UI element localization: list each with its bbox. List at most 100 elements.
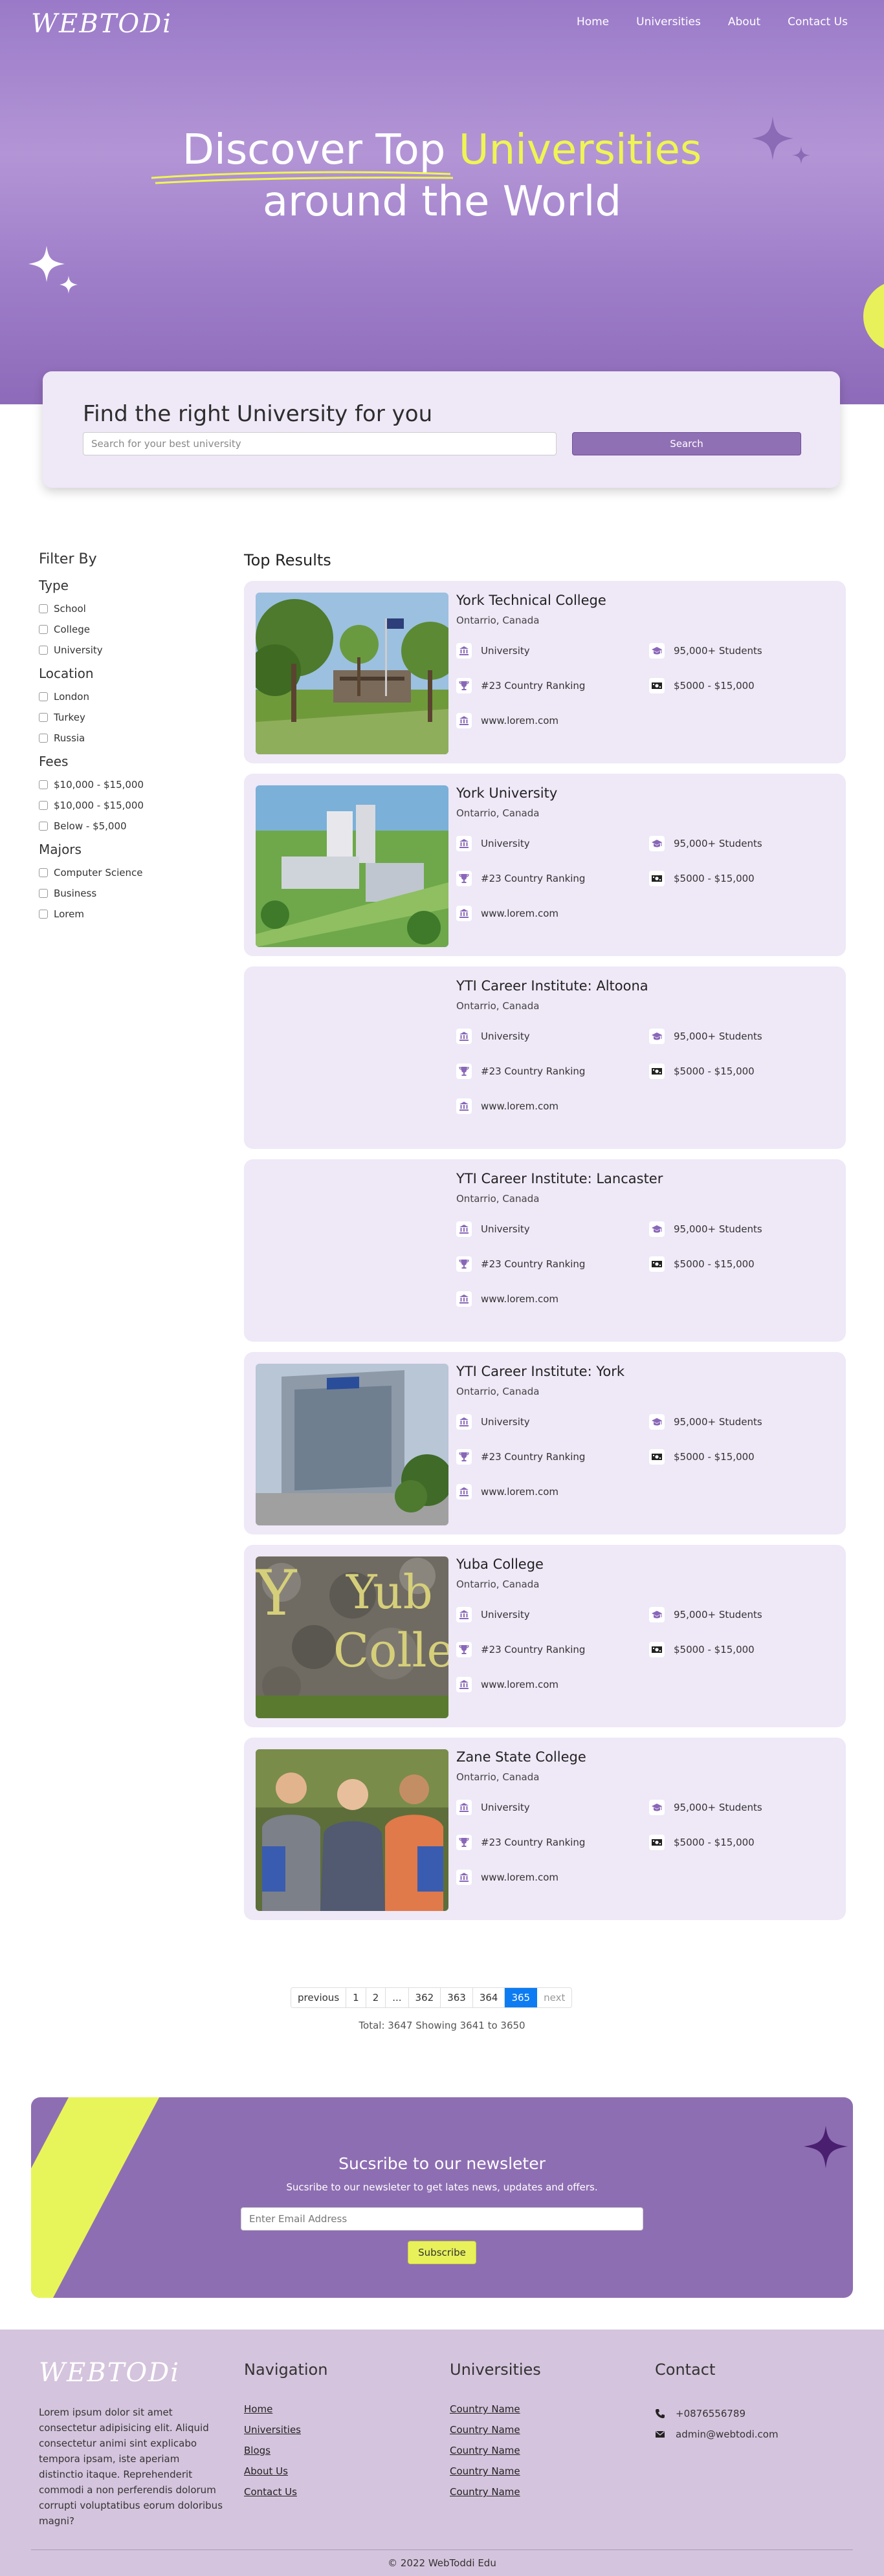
phone-number[interactable]: +0876556789 bbox=[676, 2408, 746, 2419]
university-website[interactable]: www.lorem.com bbox=[456, 713, 558, 728]
website-link[interactable]: www.lorem.com bbox=[481, 1100, 558, 1112]
website-link[interactable]: www.lorem.com bbox=[481, 715, 558, 726]
filter-option-label: $10,000 - $15,000 bbox=[54, 800, 144, 811]
university-website[interactable]: www.lorem.com bbox=[456, 906, 558, 921]
university-name[interactable]: YTI Career Institute: York bbox=[456, 1364, 624, 1379]
checkbox[interactable] bbox=[39, 801, 48, 810]
checkbox[interactable] bbox=[39, 604, 48, 613]
university-name[interactable]: YTI Career Institute: Altoona bbox=[456, 978, 648, 994]
footer-link-about-us[interactable]: About Us bbox=[244, 2465, 327, 2486]
checkbox[interactable] bbox=[39, 910, 48, 919]
university-name[interactable]: York Technical College bbox=[456, 593, 606, 608]
nav-about[interactable]: About bbox=[728, 16, 760, 28]
university-card[interactable]: Zane State College Ontarrio, Canada Univer… bbox=[244, 1738, 846, 1920]
filter-option[interactable]: School bbox=[39, 598, 207, 619]
university-website[interactable]: www.lorem.com bbox=[456, 1484, 558, 1500]
filter-option[interactable]: Business bbox=[39, 883, 207, 904]
search-button[interactable]: Search bbox=[572, 432, 801, 455]
checkbox[interactable] bbox=[39, 734, 48, 743]
checkbox[interactable] bbox=[39, 780, 48, 789]
filter-option[interactable]: $10,000 - $15,000 bbox=[39, 774, 207, 795]
checkbox[interactable] bbox=[39, 822, 48, 831]
checkbox[interactable] bbox=[39, 646, 48, 655]
page-362[interactable]: 362 bbox=[408, 1988, 441, 2007]
filter-option[interactable]: Turkey bbox=[39, 707, 207, 728]
filter-option[interactable]: London bbox=[39, 686, 207, 707]
university-card[interactable]: York Technical College Ontarrio, Canada Un… bbox=[244, 581, 846, 763]
website-link[interactable]: www.lorem.com bbox=[481, 1293, 558, 1305]
university-website[interactable]: www.lorem.com bbox=[456, 1870, 558, 1885]
hero-section: WEBTODi Home Universities About Contact … bbox=[0, 0, 884, 404]
filter-option[interactable]: College bbox=[39, 619, 207, 640]
newsletter-title: Sucsribe to our newsleter bbox=[338, 2154, 546, 2173]
checkbox[interactable] bbox=[39, 692, 48, 701]
pagination-next[interactable]: next bbox=[537, 1988, 572, 2007]
university-card[interactable]: Y Yub Colle Yuba College Ontarrio, Canada Uni… bbox=[244, 1545, 846, 1727]
filter-option-label: Below - $5,000 bbox=[54, 820, 127, 832]
filter-option[interactable]: Computer Science bbox=[39, 862, 207, 883]
footer-country-link[interactable]: Country Name bbox=[450, 2445, 541, 2465]
website-link[interactable]: www.lorem.com bbox=[481, 908, 558, 919]
footer-country-link[interactable]: Country Name bbox=[450, 2424, 541, 2445]
contact-phone: +0876556789 bbox=[655, 2403, 779, 2424]
filter-option[interactable]: $10,000 - $15,000 bbox=[39, 795, 207, 816]
ranking-label: #23 Country Ranking bbox=[481, 1258, 586, 1270]
footer-link-home[interactable]: Home bbox=[244, 2403, 327, 2424]
checkbox[interactable] bbox=[39, 713, 48, 722]
university-website[interactable]: www.lorem.com bbox=[456, 1291, 558, 1307]
footer-link-blogs[interactable]: Blogs bbox=[244, 2445, 327, 2465]
pagination-previous[interactable]: previous bbox=[291, 1988, 347, 2007]
university-image[interactable] bbox=[256, 1749, 448, 1911]
university-website[interactable]: www.lorem.com bbox=[456, 1677, 558, 1692]
brand-logo[interactable]: WEBTODi bbox=[31, 9, 172, 39]
search-input[interactable] bbox=[83, 432, 557, 455]
university-students: 95,000+ Students bbox=[649, 836, 762, 851]
university-image[interactable] bbox=[256, 593, 448, 754]
university-card[interactable]: York University Ontarrio, Canada Universit… bbox=[244, 774, 846, 956]
university-name[interactable]: Zane State College bbox=[456, 1749, 586, 1765]
university-image[interactable]: Y Yub Colle bbox=[256, 1556, 448, 1718]
ranking-label: #23 Country Ranking bbox=[481, 873, 586, 884]
filter-option[interactable]: University bbox=[39, 640, 207, 660]
nav-contact-us[interactable]: Contact Us bbox=[788, 16, 848, 28]
website-link[interactable]: www.lorem.com bbox=[481, 1872, 558, 1883]
university-name[interactable]: YTI Career Institute: Lancaster bbox=[456, 1171, 663, 1186]
filter-option[interactable]: Russia bbox=[39, 728, 207, 748]
nav-home[interactable]: Home bbox=[577, 16, 609, 28]
university-location: Ontarrio, Canada bbox=[456, 615, 540, 626]
university-name[interactable]: Yuba College bbox=[456, 1556, 544, 1572]
website-link[interactable]: www.lorem.com bbox=[481, 1486, 558, 1498]
university-image[interactable] bbox=[256, 785, 448, 947]
university-card[interactable]: YTI Career Institute: Altoona Ontarrio, C… bbox=[244, 966, 846, 1149]
footer-country-link[interactable]: Country Name bbox=[450, 2403, 541, 2424]
page-365[interactable]: 365 bbox=[505, 1988, 538, 2007]
university-icon bbox=[456, 1291, 472, 1307]
nav-universities[interactable]: Universities bbox=[636, 16, 701, 28]
email-address[interactable]: admin@webtodi.com bbox=[676, 2429, 779, 2440]
page-1[interactable]: 1 bbox=[346, 1988, 366, 2007]
page-2[interactable]: 2 bbox=[366, 1988, 386, 2007]
university-name[interactable]: York University bbox=[456, 785, 557, 801]
footer-link-contact-us[interactable]: Contact Us bbox=[244, 2486, 327, 2507]
checkbox[interactable] bbox=[39, 625, 48, 634]
university-students: 95,000+ Students bbox=[649, 1221, 762, 1237]
page-364[interactable]: 364 bbox=[472, 1988, 505, 2007]
newsletter-email-input[interactable] bbox=[241, 2207, 643, 2231]
university-card[interactable]: YTI Career Institute: Lancaster Ontarrio,… bbox=[244, 1159, 846, 1342]
page-363[interactable]: 363 bbox=[441, 1988, 473, 2007]
university-card[interactable]: YTI Career Institute: York Ontarrio, Cana… bbox=[244, 1352, 846, 1534]
filter-option[interactable]: Below - $5,000 bbox=[39, 816, 207, 836]
website-link[interactable]: www.lorem.com bbox=[481, 1679, 558, 1690]
subscribe-button[interactable]: Subscribe bbox=[408, 2241, 476, 2264]
checkbox[interactable] bbox=[39, 868, 48, 877]
footer-link-universities[interactable]: Universities bbox=[244, 2424, 327, 2445]
footer-logo[interactable]: WEBTODi bbox=[39, 2358, 180, 2388]
footer-country-link[interactable]: Country Name bbox=[450, 2465, 541, 2486]
footer-country-link[interactable]: Country Name bbox=[450, 2486, 541, 2507]
checkbox[interactable] bbox=[39, 889, 48, 898]
filter-option[interactable]: Lorem bbox=[39, 904, 207, 924]
university-fees: $5000 - $15,000 bbox=[649, 1064, 755, 1079]
university-image[interactable] bbox=[256, 1364, 448, 1525]
university-website[interactable]: www.lorem.com bbox=[456, 1098, 558, 1114]
university-type: University bbox=[456, 836, 530, 851]
